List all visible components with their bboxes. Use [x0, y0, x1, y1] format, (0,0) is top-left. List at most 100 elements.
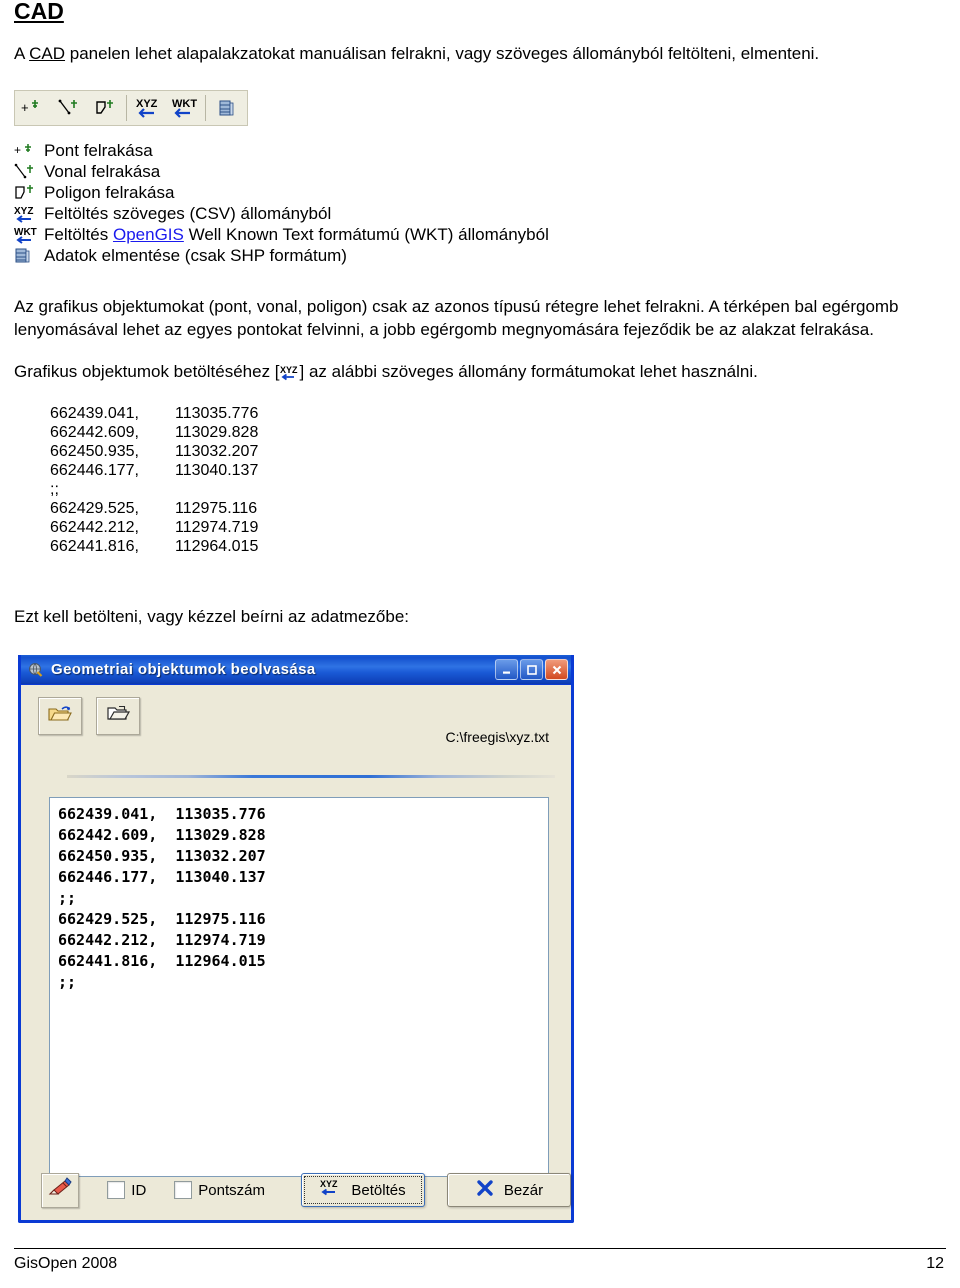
coord-y: 112975.116 — [175, 500, 258, 517]
legend-label-wkt: Feltöltés OpenGIS Well Known Text formát… — [44, 224, 549, 245]
coord-x: 662442.212, — [50, 519, 139, 536]
coord-y: 113032.207 — [175, 443, 259, 460]
coordinate-row: 662441.816, 112964.015 — [50, 537, 258, 556]
opengis-link[interactable]: OpenGIS — [113, 225, 184, 244]
legend-item-polygon: Poligon felrakása — [14, 182, 614, 203]
open-file-button[interactable] — [38, 697, 82, 735]
close-button[interactable] — [545, 659, 568, 680]
database-save-icon — [215, 97, 239, 119]
footer-divider — [14, 1248, 946, 1249]
window-controls — [495, 659, 568, 680]
coord-y: 113029.828 — [175, 424, 259, 441]
legend-item-csv: XYZ Feltöltés szöveges (CSV) állományból — [14, 203, 614, 224]
para2-after: ] az alábbi szöveges állomány formátumok… — [299, 362, 758, 381]
body-paragraph-1: Az grafikus objektumokat (pont, vonal, p… — [14, 297, 899, 339]
legend-label: Poligon felrakása — [44, 183, 175, 202]
checkbox-pontszam[interactable]: Pontszám — [174, 1181, 265, 1199]
footer-page-number: 12 — [926, 1255, 944, 1272]
legend-label: Feltöltés szöveges (CSV) állományból — [44, 204, 332, 223]
coordinate-row: 662450.935, 113032.207 — [50, 442, 258, 461]
app-globe-icon — [27, 661, 44, 678]
toolbar-legend-list: + Pont felrakása Vonal felrakása Poligon… — [14, 140, 614, 266]
toolbar-button-polygon-add[interactable] — [87, 92, 123, 124]
coord-y: 113040.137 — [175, 462, 259, 479]
legend-label: Vonal felrakása — [44, 162, 161, 181]
intro-paragraph: A CAD panelen lehet alapalakzatokat manu… — [14, 43, 944, 65]
dialog-titlebar[interactable]: Geometriai objektumok beolvasása — [21, 655, 571, 685]
coord-y: 112964.015 — [175, 538, 259, 555]
toolbar-button-line-add[interactable] — [51, 92, 87, 124]
footer-left-text: GisOpen 2008 — [14, 1255, 118, 1272]
checkbox-pontszam-box[interactable] — [174, 1181, 193, 1199]
legend-wkt-before: Feltöltés — [44, 225, 113, 244]
coordinate-row-separator: ;; — [50, 480, 258, 499]
minimize-button[interactable] — [495, 659, 518, 680]
polygon-add-icon — [14, 182, 44, 203]
toolbar-button-xyz-import[interactable]: XYZ — [130, 92, 166, 124]
save-folder-icon — [105, 703, 131, 730]
clear-button[interactable] — [41, 1172, 80, 1208]
svg-text:XYZ: XYZ — [280, 365, 298, 375]
coordinate-row: 662439.041, 113035.776 — [50, 404, 258, 423]
toolbar-button-wkt-import[interactable]: WKT — [166, 92, 202, 124]
dialog-body: C:\freegis\xyz.txt 662439.041, 113035.77… — [21, 685, 571, 1220]
coord-x: 662450.935, — [50, 443, 139, 460]
coord-x: 662439.041, — [50, 405, 139, 422]
coord-x: 662429.525, — [50, 500, 139, 517]
checkbox-id-box[interactable] — [107, 1181, 126, 1199]
dialog-button-bar: ID Pontszám XYZ Betöltés Bezár — [21, 1168, 571, 1212]
load-button[interactable]: XYZ Betöltés — [301, 1173, 425, 1207]
intro-cad-link: CAD — [29, 44, 66, 63]
close-dialog-button[interactable]: Bezár — [447, 1173, 571, 1207]
polygon-add-icon — [93, 97, 117, 119]
cad-toolbar: + XYZ WKT — [14, 90, 248, 126]
coord-x: ;; — [50, 481, 59, 498]
point-add-icon: + — [21, 97, 45, 119]
open-folder-icon — [47, 703, 73, 730]
legend-item-wkt: WKT Feltöltés OpenGIS Well Known Text fo… — [14, 224, 614, 245]
legend-label: Pont felrakása — [44, 141, 153, 160]
maximize-button[interactable] — [520, 659, 543, 680]
body-paragraph-3: Ezt kell betölteni, vagy kézzel beírni a… — [14, 607, 409, 626]
svg-text:WKT: WKT — [14, 227, 37, 238]
toolbar-separator-bar — [67, 775, 555, 778]
eraser-icon — [46, 1176, 74, 1204]
page-root: CAD A CAD panelen lehet alapalakzatokat … — [0, 0, 960, 1288]
svg-text:XYZ: XYZ — [136, 98, 158, 110]
x-blue-icon — [475, 1178, 495, 1202]
para2-before: Grafikus objektumok betöltéséhez [ — [14, 362, 280, 381]
svg-text:WKT: WKT — [172, 98, 197, 110]
legend-item-point: + Pont felrakása — [14, 140, 614, 161]
checkbox-pontszam-label: Pontszám — [198, 1181, 265, 1199]
svg-text:XYZ: XYZ — [320, 1179, 338, 1189]
xyz-import-icon: XYZ — [135, 96, 161, 120]
coord-y: 112974.719 — [175, 519, 259, 536]
line-add-icon — [57, 97, 81, 119]
coordinate-row: 662429.525, 112975.116 — [50, 499, 258, 518]
coordinate-row: 662446.177, 113040.137 — [50, 461, 258, 480]
toolbar-button-database-save[interactable] — [209, 92, 245, 124]
load-button-label: Betöltés — [351, 1181, 406, 1199]
toolbar-separator-1 — [126, 95, 127, 121]
intro-text-before: A — [14, 44, 30, 63]
xyz-import-icon: XYZ — [14, 203, 44, 224]
coordinate-row: 662442.609, 113029.828 — [50, 423, 258, 442]
checkbox-id[interactable]: ID — [107, 1181, 146, 1199]
legend-item-line: Vonal felrakása — [14, 161, 614, 182]
coordinates-textarea[interactable]: 662439.041, 113035.776 662442.609, 11302… — [49, 797, 549, 1177]
checkbox-id-label: ID — [131, 1181, 147, 1199]
toolbar-button-point-add[interactable]: + — [15, 92, 51, 124]
svg-text:+: + — [14, 143, 21, 157]
coordinate-row: 662442.212, 112974.719 — [50, 518, 258, 537]
coord-x: 662441.816, — [50, 538, 139, 555]
line-add-icon — [14, 161, 44, 182]
database-save-icon — [14, 245, 44, 266]
coord-x: 662442.609, — [50, 424, 139, 441]
dialog-title: Geometriai objektumok beolvasása — [51, 661, 316, 678]
save-file-button[interactable] — [96, 697, 140, 735]
svg-text:+: + — [21, 100, 29, 115]
wkt-import-icon: WKT — [171, 96, 197, 120]
toolbar-separator-2 — [205, 95, 206, 121]
coordinate-listing: 662439.041, 113035.776 662442.609, 113029.… — [50, 404, 258, 556]
legend-item-save: Adatok elmentése (csak SHP formátum) — [14, 245, 614, 266]
